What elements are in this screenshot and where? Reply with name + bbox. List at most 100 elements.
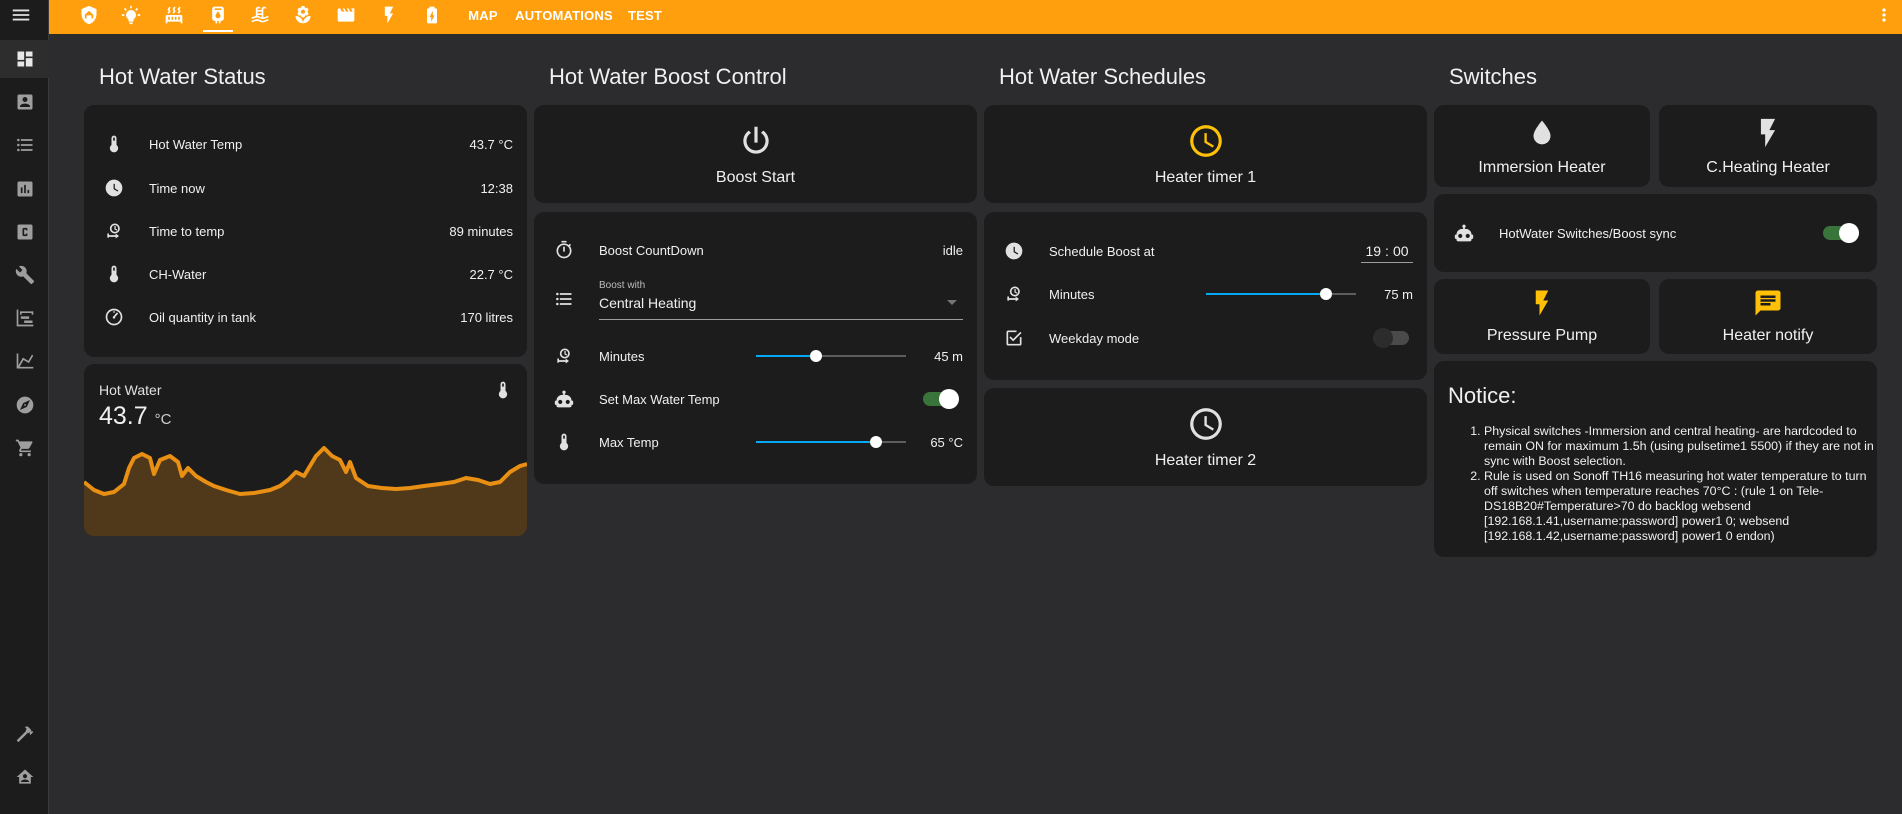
entity-row[interactable]: Oil quantity in tank 170 litres bbox=[84, 301, 527, 333]
tab-power[interactable] bbox=[375, 0, 403, 30]
schedule-boost-label: Schedule Boost at bbox=[1049, 243, 1155, 259]
sidebar-menu-button[interactable] bbox=[10, 4, 32, 26]
boost-minutes-label: Minutes bbox=[599, 348, 645, 364]
compass-icon bbox=[16, 396, 33, 414]
tab-security[interactable] bbox=[75, 0, 103, 30]
sidebar-item-people[interactable] bbox=[0, 83, 49, 121]
flash-icon bbox=[1751, 116, 1785, 155]
sensor-unit: °C bbox=[154, 411, 172, 428]
radiator-icon bbox=[165, 6, 183, 24]
boost-start-label: Boost Start bbox=[715, 168, 796, 186]
tab-pool[interactable] bbox=[246, 0, 274, 30]
slider-knob[interactable] bbox=[870, 436, 882, 448]
sync-toggle[interactable] bbox=[1823, 223, 1859, 243]
sidebar-item-overview[interactable] bbox=[0, 40, 49, 78]
schedule-boost-row: Schedule Boost at 19:00 bbox=[984, 235, 1427, 267]
sidebar-item-tools[interactable] bbox=[0, 256, 49, 294]
sidebar-item-logbook[interactable] bbox=[0, 126, 49, 164]
tab-battery[interactable] bbox=[418, 0, 446, 30]
chart-line-icon bbox=[16, 353, 33, 369]
sidebar-item-map[interactable] bbox=[0, 386, 49, 424]
entity-row[interactable]: Time to temp 89 minutes bbox=[84, 215, 527, 247]
schedule-minute[interactable]: 00 bbox=[1393, 243, 1409, 259]
slider-fill bbox=[756, 441, 876, 443]
toggle-knob bbox=[1839, 223, 1859, 243]
sidebar-item-history[interactable] bbox=[0, 170, 49, 208]
schedule-minutes-row: Minutes 75 m bbox=[984, 278, 1427, 310]
top-app-bar: MAP AUTOMATIONS TEST bbox=[49, 0, 1902, 34]
gauge-icon bbox=[105, 308, 123, 326]
robot-icon bbox=[1454, 224, 1474, 242]
schedule-minutes-label: Minutes bbox=[1049, 286, 1095, 302]
hot-water-status-card: Hot Water Temp 43.7 °C Time now 12:38 Ti… bbox=[84, 105, 527, 357]
ch-heater-button[interactable]: C.Heating Heater bbox=[1659, 105, 1877, 187]
boost-settings-card: Boost CountDown idle Boost with Central … bbox=[534, 212, 977, 484]
slider-fill bbox=[1206, 293, 1326, 295]
clock-outline-icon bbox=[1187, 405, 1225, 448]
sensor-card-value: 43.7 °C bbox=[99, 402, 171, 431]
boost-countdown-row[interactable]: Boost CountDown idle bbox=[534, 234, 977, 266]
hot-water-sensor-card[interactable]: Hot Water 43.7 °C bbox=[84, 364, 527, 536]
boost-minutes-value: 45 m bbox=[934, 348, 963, 364]
sidebar-item-timeline[interactable] bbox=[0, 299, 49, 337]
heater-timer-1-button[interactable]: Heater timer 1 bbox=[984, 105, 1427, 203]
heater-timer-1-label: Heater timer 1 bbox=[1154, 168, 1257, 186]
slider-knob[interactable] bbox=[810, 350, 822, 362]
entity-row[interactable]: CH-Water 22.7 °C bbox=[84, 258, 527, 290]
set-max-temp-label: Set Max Water Temp bbox=[599, 391, 720, 407]
tab-media[interactable] bbox=[332, 0, 360, 30]
schedule-hour[interactable]: 19 bbox=[1365, 243, 1381, 259]
tab-automations[interactable]: AUTOMATIONS bbox=[515, 0, 613, 30]
schedules-title: Hot Water Schedules bbox=[999, 64, 1207, 89]
tab-garden[interactable] bbox=[289, 0, 317, 30]
entity-value: 43.7 °C bbox=[469, 136, 513, 152]
tab-automations-label: AUTOMATIONS bbox=[515, 7, 613, 23]
thermometer-icon bbox=[109, 135, 119, 153]
toggle-knob bbox=[1373, 328, 1393, 348]
heater-notify-button[interactable]: Heater notify bbox=[1659, 279, 1877, 354]
boost-minutes-row: Minutes 45 m bbox=[534, 340, 977, 372]
tab-heating[interactable] bbox=[160, 0, 188, 30]
heater-timer-2-button[interactable]: Heater timer 2 bbox=[984, 388, 1427, 486]
sidebar bbox=[0, 0, 49, 814]
tab-map[interactable]: MAP bbox=[463, 0, 503, 30]
entity-label: Time now bbox=[149, 180, 205, 196]
pressure-pump-button[interactable]: Pressure Pump bbox=[1434, 279, 1650, 354]
sync-card: HotWater Switches/Boost sync bbox=[1434, 194, 1877, 272]
immersion-heater-button[interactable]: Immersion Heater bbox=[1434, 105, 1650, 187]
tab-hot-water[interactable] bbox=[203, 0, 233, 32]
entity-row[interactable]: Time now 12:38 bbox=[84, 172, 527, 204]
tab-test[interactable]: TEST bbox=[626, 0, 664, 30]
lightbulb-icon bbox=[121, 5, 141, 25]
message-text-icon bbox=[1753, 288, 1783, 323]
tab-lights[interactable] bbox=[117, 0, 145, 30]
sidebar-item-statistics[interactable] bbox=[0, 342, 49, 380]
entity-row[interactable]: Hot Water Temp 43.7 °C bbox=[84, 128, 527, 160]
dots-vertical-icon bbox=[1882, 8, 1886, 22]
shield-home-icon bbox=[81, 5, 97, 25]
slider-knob[interactable] bbox=[1320, 288, 1332, 300]
chart-timeline-icon bbox=[16, 309, 33, 327]
sidebar-item-configuration[interactable] bbox=[0, 758, 49, 796]
max-temp-slider[interactable] bbox=[756, 436, 906, 448]
entity-label: Hot Water Temp bbox=[149, 136, 243, 152]
max-temp-label: Max Temp bbox=[599, 434, 659, 450]
boost-with-select[interactable]: Boost with Central Heating bbox=[599, 278, 963, 320]
format-list-bulleted-icon bbox=[556, 292, 572, 306]
schedule-minutes-slider[interactable] bbox=[1206, 288, 1356, 300]
set-max-temp-toggle[interactable] bbox=[923, 389, 959, 409]
overflow-menu-button[interactable] bbox=[1874, 5, 1894, 25]
schedule-time-input[interactable]: 19:00 bbox=[1361, 239, 1413, 263]
sidebar-item-c[interactable] bbox=[0, 213, 49, 251]
wrench-icon bbox=[15, 265, 34, 285]
boost-minutes-slider[interactable] bbox=[756, 350, 906, 362]
account-box-icon bbox=[17, 94, 32, 110]
sidebar-item-shopping[interactable] bbox=[0, 429, 49, 467]
sidebar-item-developer[interactable] bbox=[0, 715, 49, 753]
weekday-mode-toggle[interactable] bbox=[1373, 328, 1409, 348]
chart-box-icon bbox=[17, 181, 32, 197]
boost-start-button[interactable]: Boost Start bbox=[534, 105, 977, 203]
boost-countdown-value: idle bbox=[942, 242, 963, 258]
view-dashboard-icon bbox=[17, 51, 32, 67]
set-max-temp-row: Set Max Water Temp bbox=[534, 383, 977, 415]
